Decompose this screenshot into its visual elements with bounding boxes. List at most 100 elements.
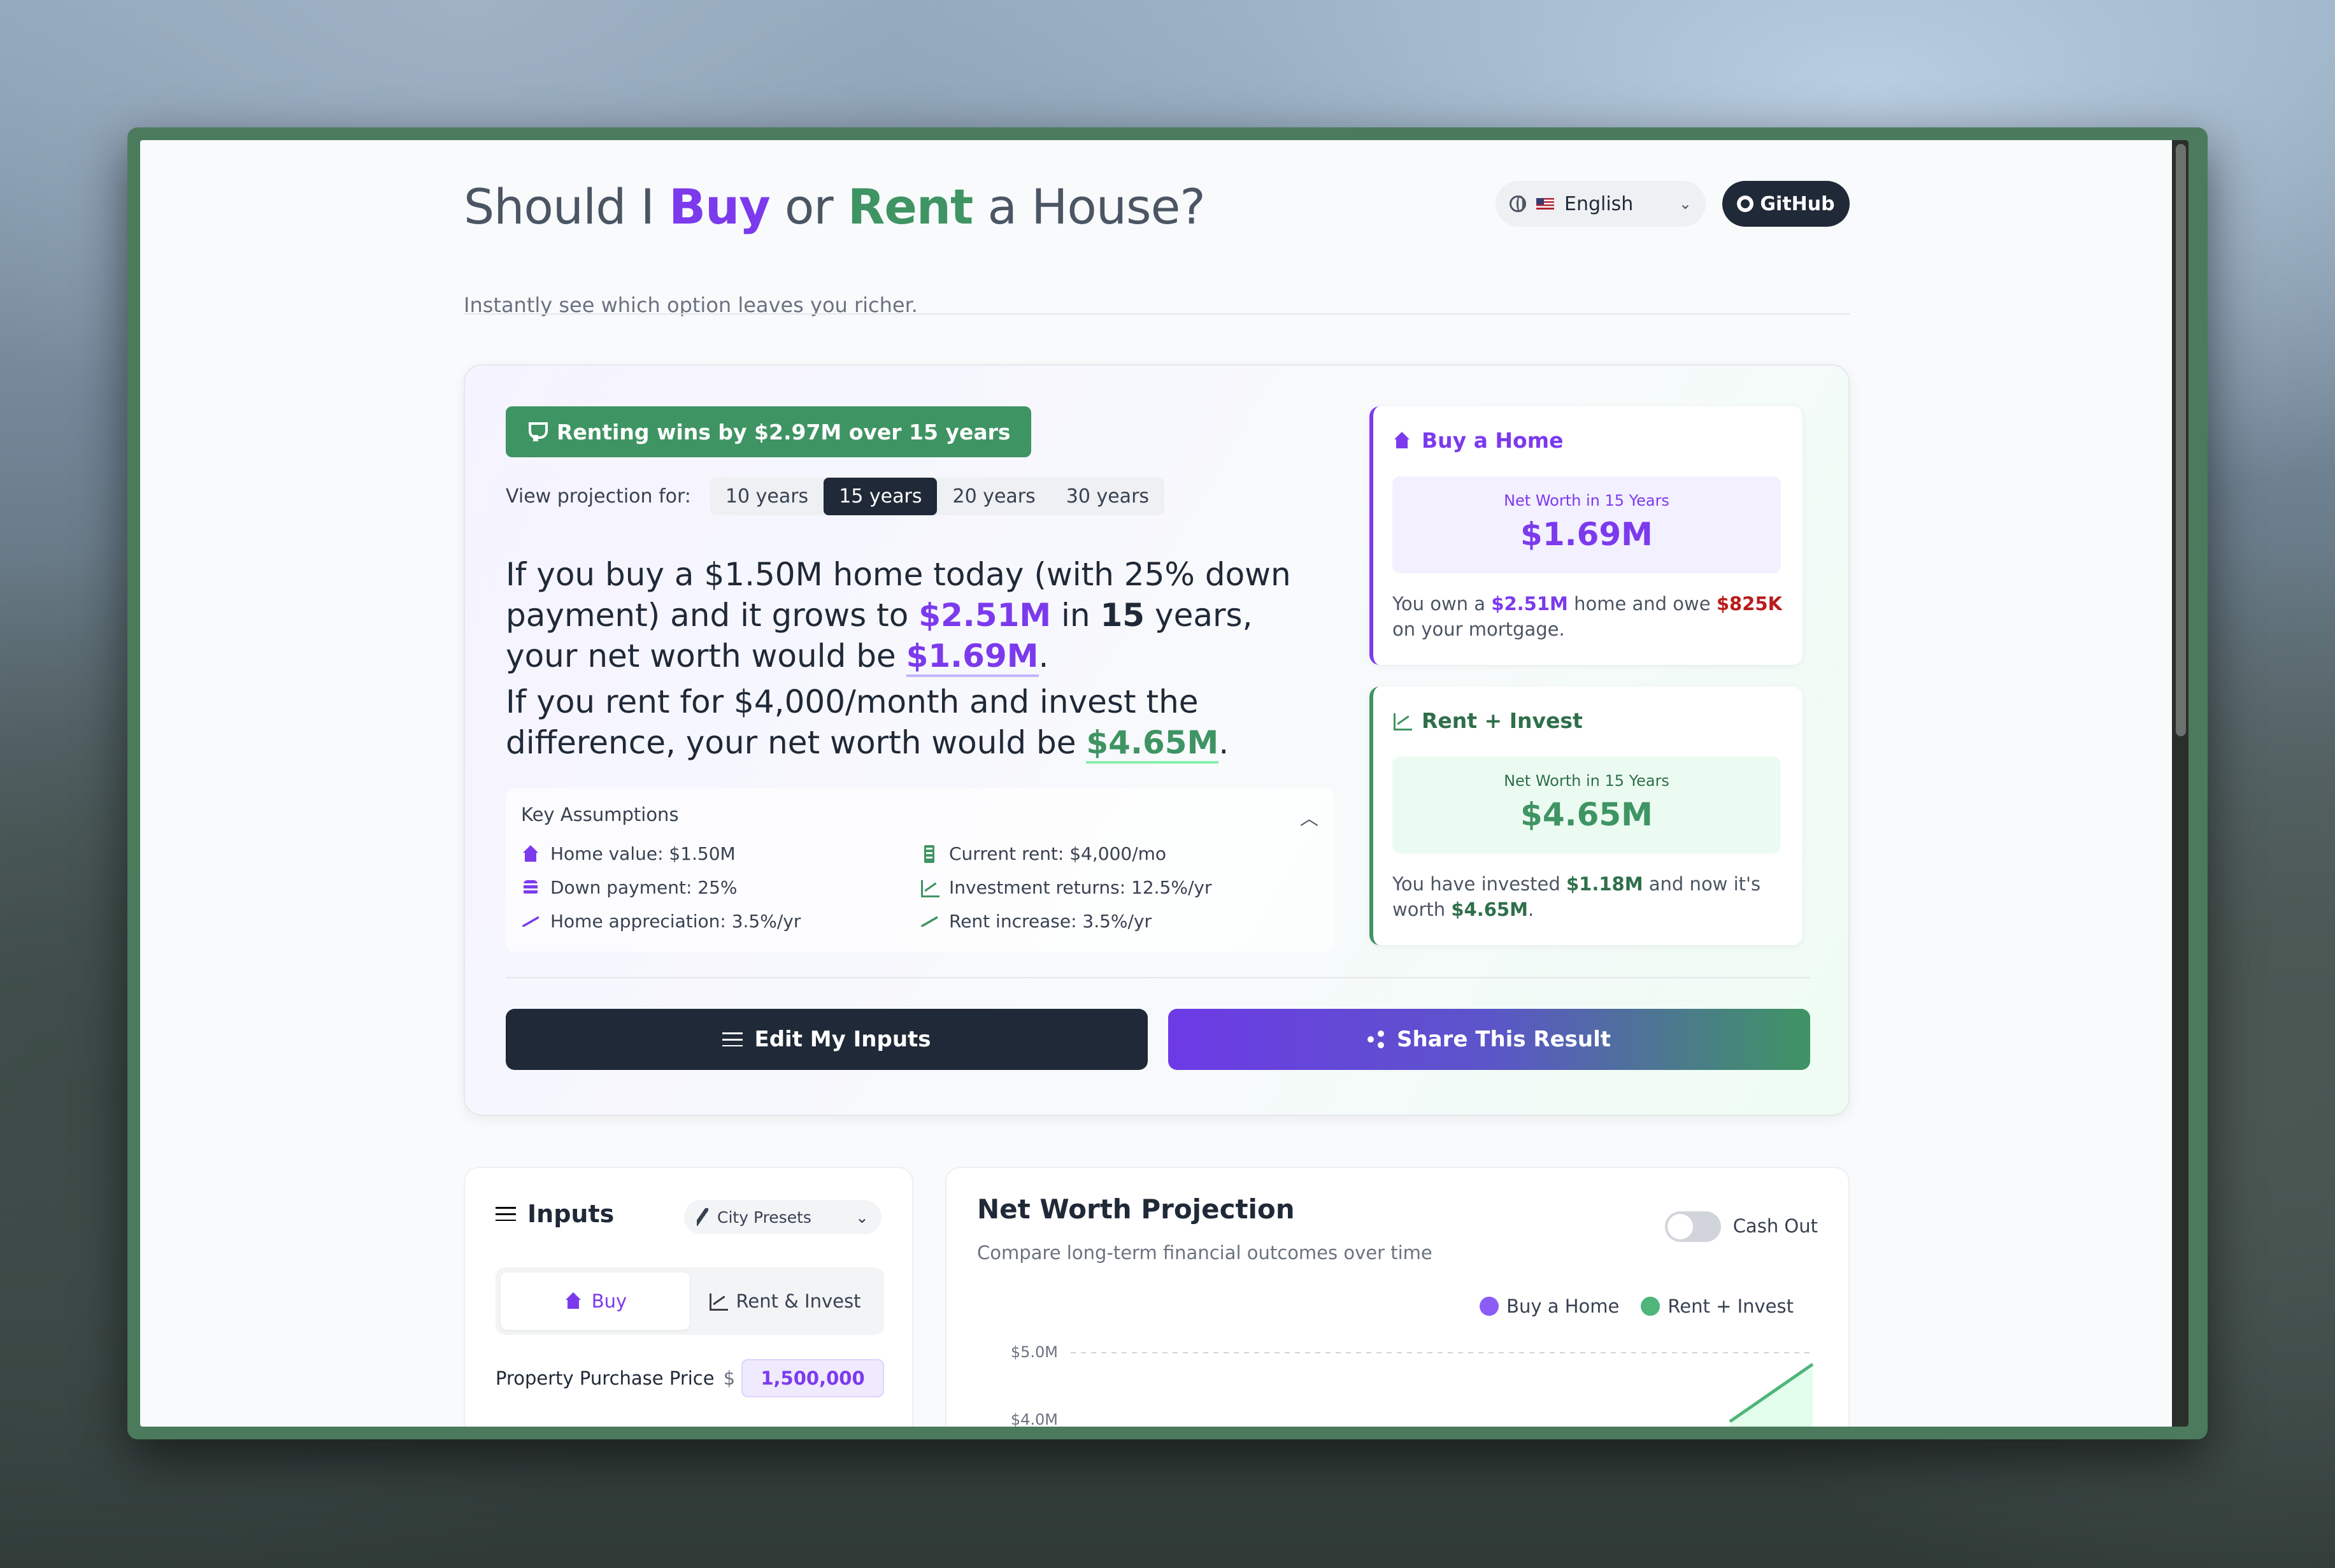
app-viewport: Should I Buy or Rent a House? Instantly … — [140, 140, 2189, 1427]
github-icon — [1737, 196, 1754, 212]
rent-card-header: Rent + Invest — [1392, 708, 1583, 733]
price-label: Property Purchase Price — [496, 1367, 715, 1389]
assumption-item: Down payment: 25% — [521, 877, 920, 898]
buy-networth-box: Net Worth in 15 Years $1.69M — [1392, 476, 1781, 573]
title-text: a House? — [973, 178, 1205, 235]
chart-line-icon — [708, 1292, 728, 1311]
investment-worth: $4.65M — [1451, 899, 1528, 920]
edit-inputs-button[interactable]: Edit My Inputs — [506, 1009, 1148, 1070]
story-text: . — [1038, 638, 1049, 674]
story-years: 15 — [1100, 597, 1145, 634]
rent-card-description: You have invested $1.18M and now it's wo… — [1392, 871, 1787, 922]
assumptions-title: Key Assumptions — [521, 804, 679, 825]
browser-window: Should I Buy or Rent a House? Instantly … — [127, 127, 2208, 1439]
year-tabs: 10 years 15 years 20 years 30 years — [710, 478, 1165, 515]
projection-subtitle: Compare long-term financial outcomes ove… — [977, 1242, 1432, 1264]
building-icon — [920, 845, 939, 863]
projection-title: Net Worth Projection — [977, 1194, 1295, 1225]
language-label: English — [1564, 192, 1634, 215]
trending-up-icon — [521, 913, 540, 930]
projection-label: View projection for: — [506, 485, 691, 508]
legend-rent[interactable]: Rent + Invest — [1641, 1295, 1794, 1317]
city-presets-select[interactable]: City Presets ⌄ — [684, 1200, 882, 1234]
assumptions-grid: Home value: $1.50M Current rent: $4,000/… — [521, 843, 1318, 932]
chart-line-icon — [920, 879, 939, 897]
chart-legend: Buy a Home Rent + Invest — [1480, 1295, 1794, 1317]
rent-story: If you rent for $4,000/month and invest … — [506, 681, 1334, 764]
sliders-icon — [722, 1030, 743, 1048]
tab-buy[interactable]: Buy — [501, 1272, 690, 1330]
chevron-down-icon: ⌄ — [1678, 195, 1692, 213]
winner-badge: Renting wins by $2.97M over 15 years — [506, 406, 1031, 457]
result-story: If you buy a $1.50M home today (with 25%… — [506, 554, 1334, 764]
buy-card-title: Buy a Home — [1422, 428, 1564, 453]
assumption-item: Home appreciation: 3.5%/yr — [521, 911, 920, 932]
globe-icon — [1510, 196, 1526, 212]
buy-card-description: You own a $2.51M home and owe $825K on y… — [1392, 591, 1787, 642]
sliders-icon — [496, 1205, 516, 1223]
assumptions-header[interactable]: Key Assumptions ︿ — [521, 804, 1318, 830]
legend-buy[interactable]: Buy a Home — [1480, 1295, 1619, 1317]
assumption-text: Rent increase: 3.5%/yr — [949, 911, 1152, 932]
inputs-title: Inputs — [527, 1200, 615, 1228]
assumption-text: Current rent: $4,000/mo — [949, 843, 1167, 864]
projection-panel: Net Worth Projection Compare long-term f… — [945, 1167, 1850, 1427]
share-button-label: Share This Result — [1396, 1027, 1611, 1052]
tab-rent-invest[interactable]: Rent & Invest — [690, 1272, 879, 1330]
scrollbar-thumb[interactable] — [2176, 144, 2186, 736]
desc-text: You have invested — [1392, 873, 1566, 895]
title-rent: Rent — [847, 178, 974, 235]
desc-text: You own a — [1392, 593, 1492, 615]
rent-networth-value: $4.65M — [1520, 796, 1653, 833]
desc-text: . — [1527, 899, 1534, 920]
projection-chart: $5.0M $4.0M — [1011, 1343, 1814, 1427]
cash-out-label: Cash Out — [1732, 1215, 1818, 1237]
trophy-icon — [526, 422, 548, 441]
winner-text: Renting wins by $2.97M over 15 years — [557, 419, 1011, 445]
tab-20-years[interactable]: 20 years — [937, 478, 1051, 515]
buy-story: If you buy a $1.50M home today (with 25%… — [506, 554, 1334, 677]
assumption-item: Current rent: $4,000/mo — [920, 843, 1318, 864]
rent-card-title: Rent + Invest — [1422, 708, 1583, 733]
legend-buy-label: Buy a Home — [1506, 1295, 1620, 1317]
mode-tabs: Buy Rent & Invest — [496, 1267, 884, 1335]
rent-networth-box: Net Worth in 15 Years $4.65M — [1392, 757, 1781, 853]
price-input[interactable]: 1,500,000 — [741, 1359, 884, 1397]
tab-rent-label: Rent & Invest — [736, 1290, 861, 1312]
desc-text: home and owe — [1567, 593, 1717, 615]
assumption-item: Home value: $1.50M — [521, 843, 920, 864]
assumption-text: Home appreciation: 3.5%/yr — [550, 911, 801, 932]
tab-30-years[interactable]: 30 years — [1050, 478, 1165, 515]
buy-card-header: Buy a Home — [1392, 428, 1563, 453]
github-label: GitHub — [1760, 192, 1835, 215]
networth-label: Net Worth in 15 Years — [1504, 772, 1669, 790]
house-icon — [1392, 431, 1411, 450]
tab-15-years[interactable]: 15 years — [824, 478, 938, 515]
scrollbar[interactable] — [2172, 140, 2189, 1427]
legend-rent-label: Rent + Invest — [1667, 1295, 1794, 1317]
projection-selector: View projection for: 10 years 15 years 2… — [506, 478, 1165, 515]
share-result-button[interactable]: Share This Result — [1168, 1009, 1810, 1070]
price-row: Property Purchase Price $ 1,500,000 — [496, 1359, 884, 1397]
title-text: Should I — [464, 178, 669, 235]
language-select[interactable]: English ⌄ — [1496, 181, 1706, 227]
result-card: Renting wins by $2.97M over 15 years Vie… — [464, 364, 1850, 1116]
edit-button-label: Edit My Inputs — [754, 1027, 931, 1052]
assumption-item: Investment returns: 12.5%/yr — [920, 877, 1318, 898]
legend-dot-rent — [1641, 1297, 1660, 1316]
github-button[interactable]: GitHub — [1722, 181, 1850, 227]
presets-label: City Presets — [717, 1208, 811, 1227]
assumption-text: Investment returns: 12.5%/yr — [949, 877, 1212, 898]
tab-buy-label: Buy — [591, 1290, 627, 1312]
assumption-text: Home value: $1.50M — [550, 843, 736, 864]
chevron-down-icon: ⌄ — [855, 1208, 869, 1227]
bolt-icon — [697, 1208, 708, 1226]
buy-networth: $1.69M — [906, 638, 1039, 677]
home-value: $2.51M — [1491, 593, 1568, 615]
tab-10-years[interactable]: 10 years — [710, 478, 824, 515]
cash-out-toggle[interactable] — [1665, 1211, 1721, 1242]
invested-amount: $1.18M — [1566, 873, 1643, 895]
house-icon — [564, 1292, 583, 1310]
title-text: or — [769, 178, 848, 235]
y-tick-label: $5.0M — [1011, 1343, 1058, 1361]
